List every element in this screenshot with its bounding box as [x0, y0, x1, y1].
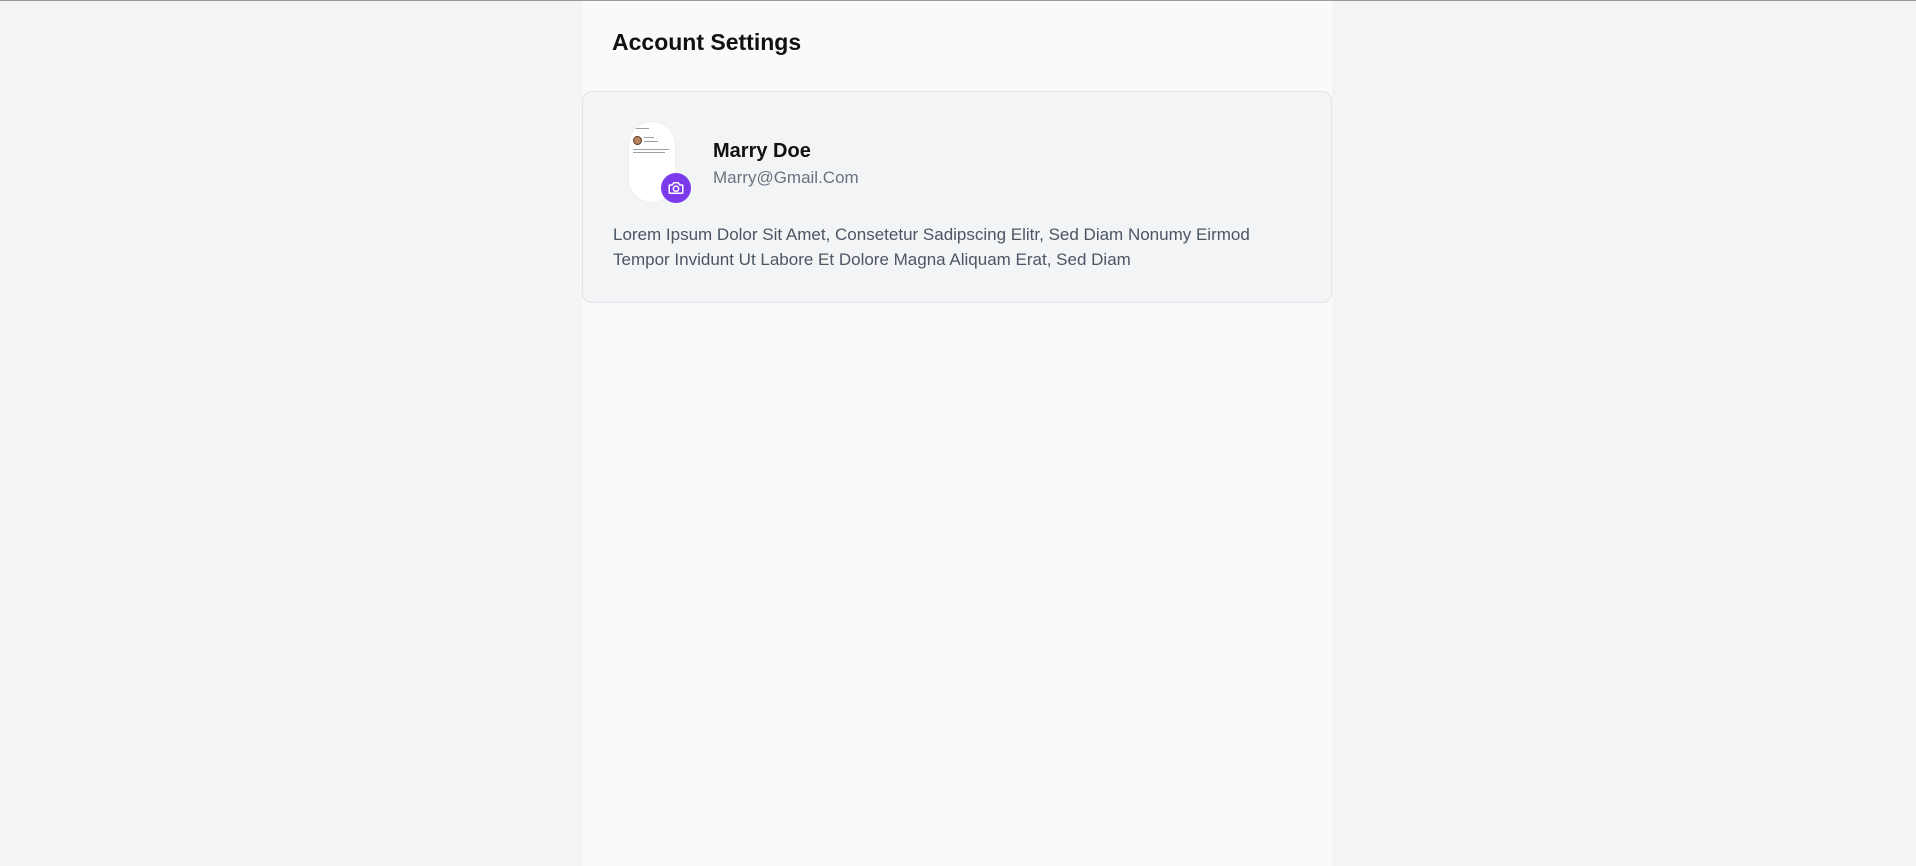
user-email: Marry@Gmail.Com [713, 168, 859, 187]
user-name: Marry Doe [713, 140, 811, 162]
user-bio: Lorem Ipsum Dolor Sit Amet, Consetetur S… [613, 225, 1250, 269]
profile-card: Marry Doe Marry@Gmail.Com Lorem Ipsum Do… [582, 91, 1332, 303]
avatar-thumbnail-line [644, 141, 658, 142]
avatar-thumbnail-line [633, 149, 669, 150]
camera-icon [668, 182, 684, 194]
page-title: Account Settings [612, 29, 802, 55]
avatar-container [629, 122, 691, 203]
avatar-thumbnail-line [635, 128, 649, 129]
avatar-thumbnail-line [644, 137, 654, 138]
change-avatar-button[interactable] [661, 173, 691, 203]
avatar-thumbnail-line [633, 152, 665, 153]
avatar-thumbnail-face [633, 136, 642, 145]
account-settings-panel: Account Settings Marry Doe Marry@Gmail.C… [582, 1, 1332, 866]
